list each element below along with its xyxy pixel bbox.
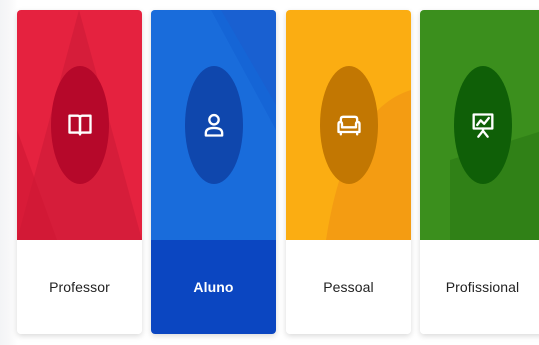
card-hero xyxy=(17,10,142,240)
book-icon xyxy=(67,114,92,136)
icon-circle xyxy=(319,66,378,184)
card-hero xyxy=(286,10,411,240)
card-footer: Pessoal xyxy=(286,240,411,334)
icon-circle xyxy=(50,66,109,184)
card-label: Pessoal xyxy=(323,279,374,295)
card-label: Aluno xyxy=(193,279,234,295)
icon-circle xyxy=(453,66,512,184)
card-professor[interactable]: Professor xyxy=(17,10,142,334)
card-footer: Aluno xyxy=(151,240,276,334)
icon-circle xyxy=(184,66,243,184)
card-label: Profissional xyxy=(445,279,520,295)
card-hero xyxy=(420,10,539,240)
sofa-icon xyxy=(336,115,361,136)
card-label: Professor xyxy=(49,279,110,295)
card-footer: Profissional xyxy=(420,240,539,334)
card-footer: Professor xyxy=(17,240,142,334)
card-pessoal[interactable]: Pessoal xyxy=(286,10,411,334)
card-profissional[interactable]: Profissional xyxy=(420,10,539,334)
user-icon xyxy=(204,113,223,137)
card-aluno[interactable]: Aluno xyxy=(151,10,276,334)
presentation-chart-icon xyxy=(472,113,493,138)
card-hero xyxy=(151,10,276,240)
